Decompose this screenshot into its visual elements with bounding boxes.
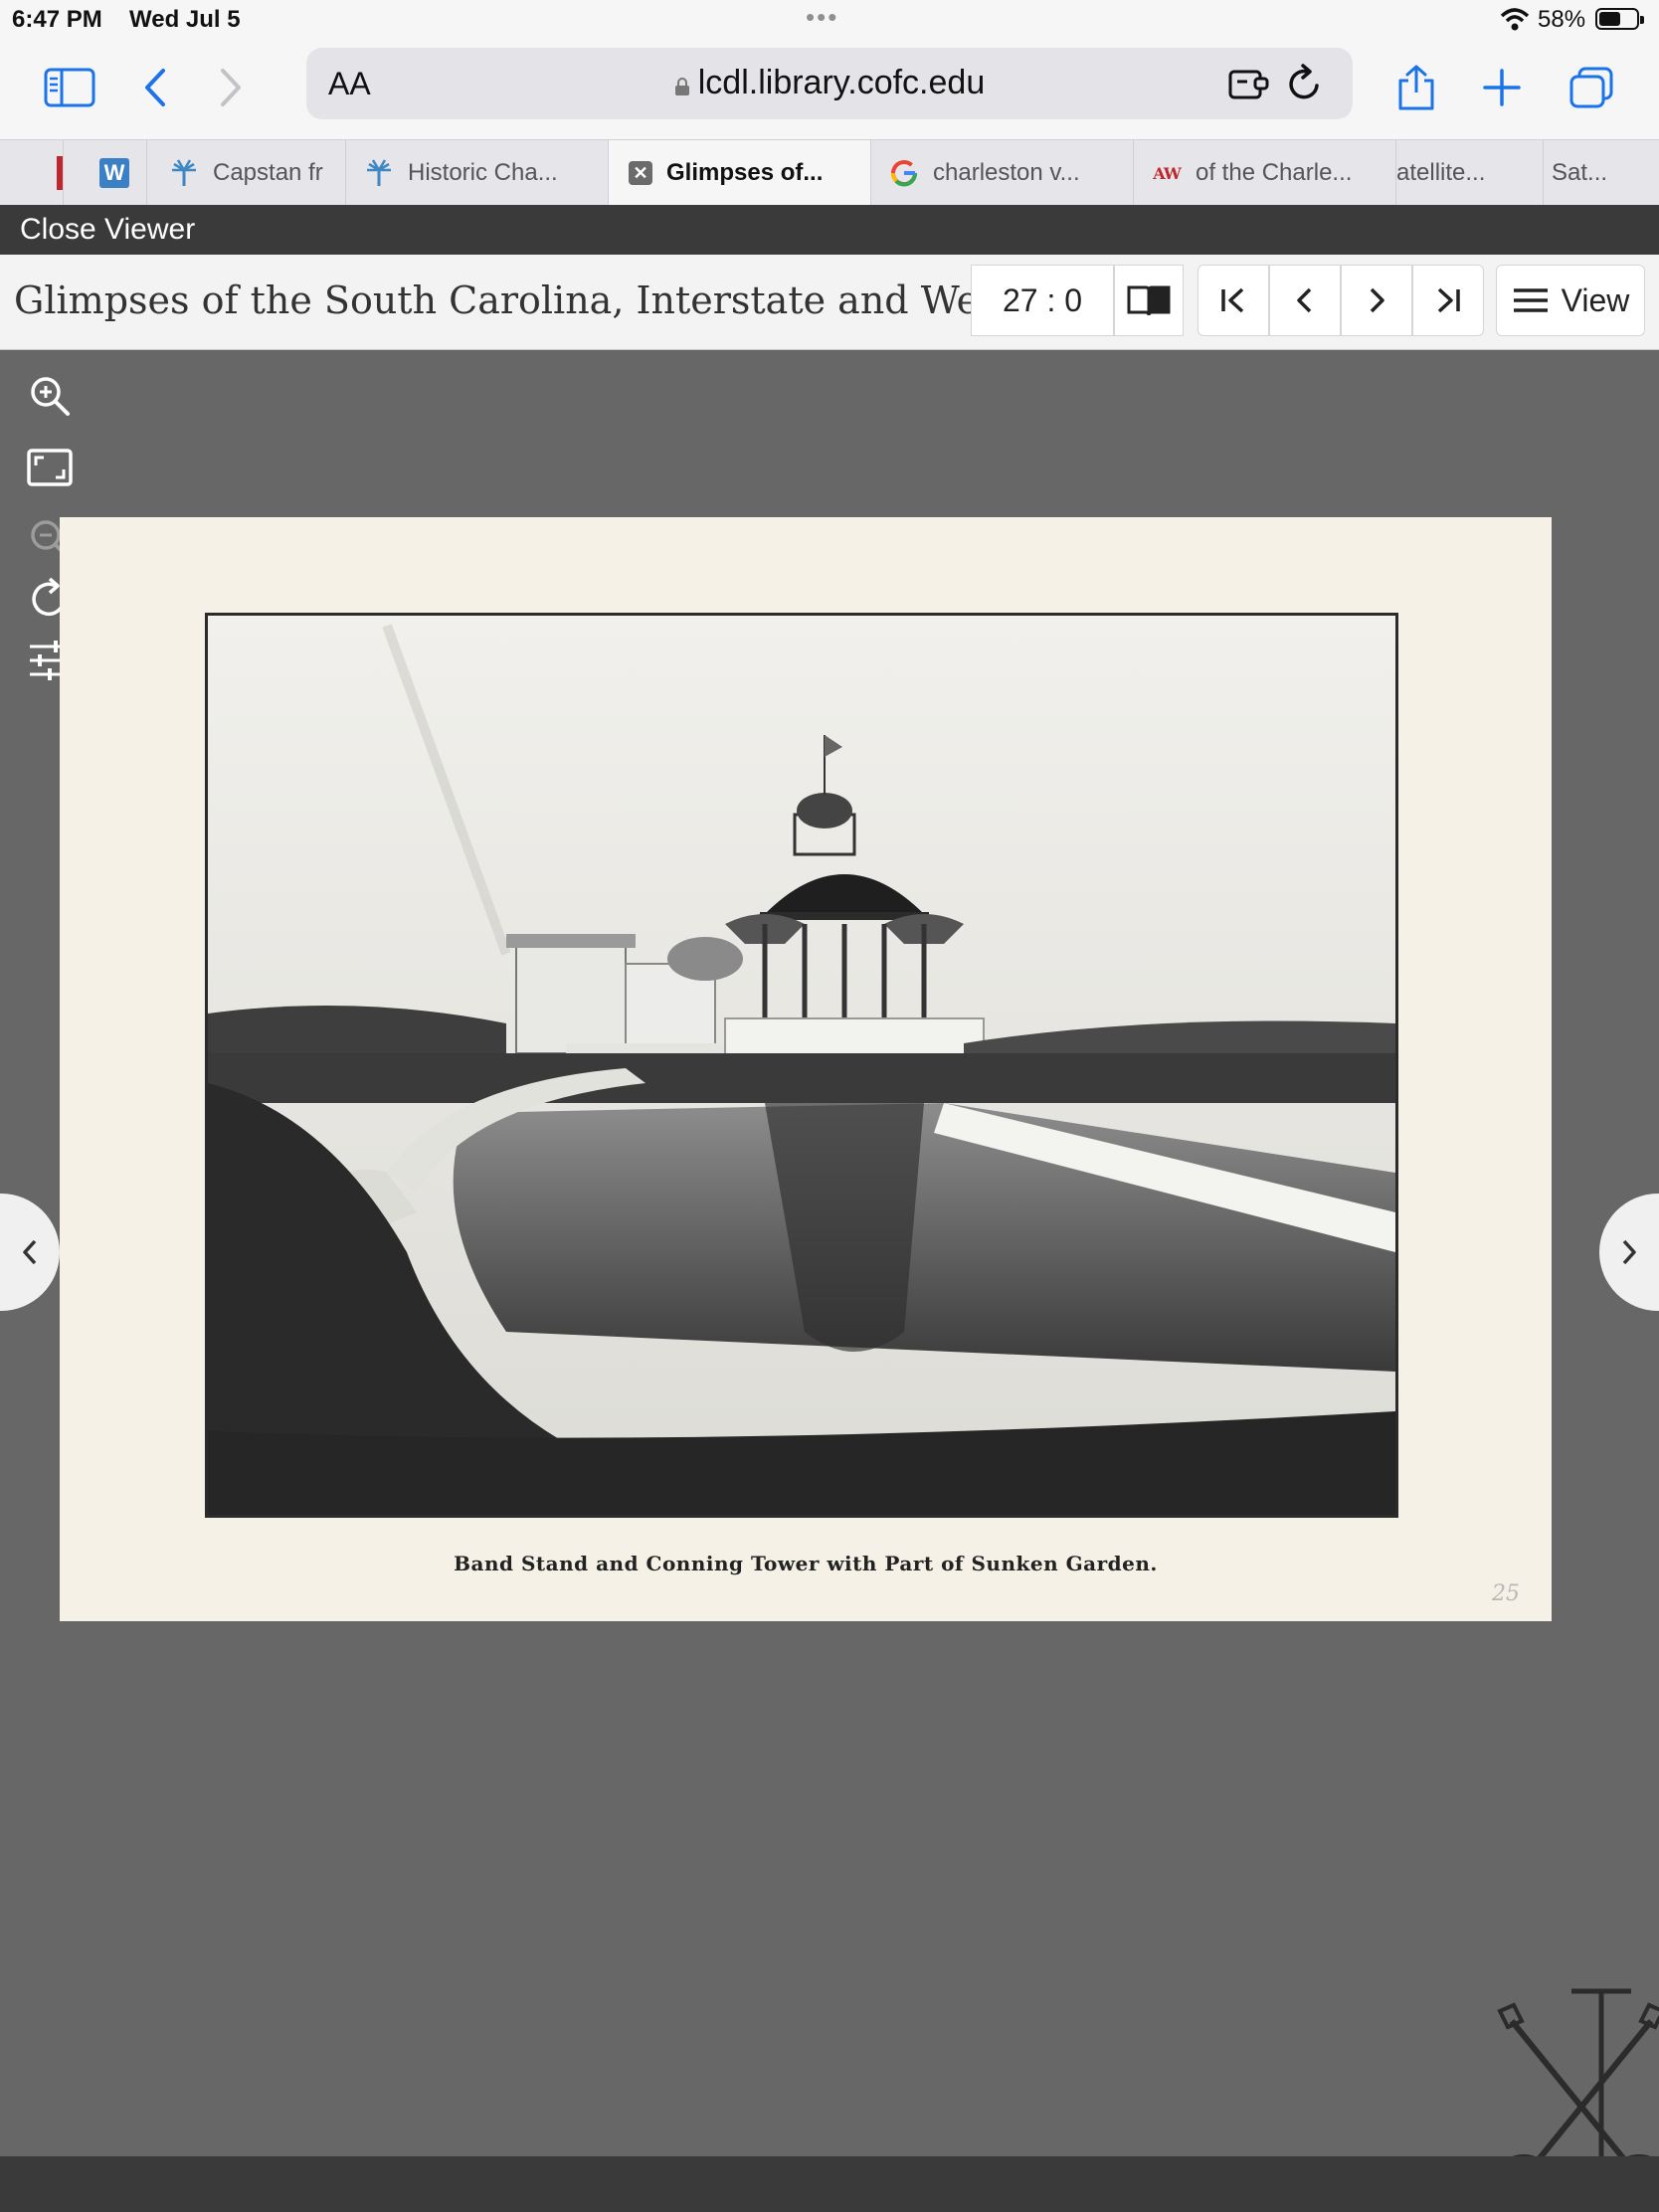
hamburger-icon: [1513, 288, 1548, 312]
tab-glimpses[interactable]: ✕ Glimpses of...: [609, 140, 871, 206]
photo-caption: Band Stand and Conning Tower with Part o…: [454, 1552, 1158, 1575]
next-page-button[interactable]: [1341, 265, 1412, 336]
share-button[interactable]: [1386, 58, 1446, 117]
browser-toolbar: AA lcdl.library.cofc.edu: [0, 40, 1659, 139]
tab-label: charleston v...: [933, 159, 1080, 186]
page-number: 25: [1492, 1581, 1520, 1606]
tab-label: of the Charle...: [1196, 159, 1353, 186]
tab-satellite-2[interactable]: Sat...: [1544, 140, 1659, 206]
new-tab-button[interactable]: [1472, 58, 1532, 117]
last-page-button[interactable]: [1412, 265, 1484, 336]
zoom-in-icon[interactable]: [26, 372, 74, 420]
chevron-right-icon: [1622, 1239, 1636, 1265]
tab-wordpress[interactable]: W: [64, 140, 147, 206]
reload-icon[interactable]: [1285, 62, 1325, 105]
chevron-right-icon: [1370, 287, 1384, 313]
chevron-left-icon: [1297, 287, 1312, 313]
photo-illustration: [208, 616, 1395, 1515]
previous-page-button[interactable]: [1269, 265, 1341, 336]
tab-charleston[interactable]: charleston v...: [871, 140, 1134, 206]
plus-icon: [1483, 69, 1521, 106]
wordpress-icon: W: [99, 158, 129, 188]
share-icon: [1398, 65, 1434, 110]
book-view-button[interactable]: [1114, 265, 1184, 336]
back-button[interactable]: [125, 58, 185, 117]
tab-of-the-charleston[interactable]: AW of the Charle...: [1134, 140, 1396, 206]
tab-satellite-1[interactable]: atellite...: [1396, 140, 1544, 206]
fit-to-screen-icon[interactable]: [26, 444, 74, 491]
document-title: Glimpses of the South Carolina, Intersta…: [14, 278, 1034, 322]
battery-icon: [1595, 8, 1644, 30]
tab-bookmark[interactable]: [16, 140, 64, 206]
status-bar: 6:47 PM Wed Jul 5 ••• 58%: [0, 0, 1659, 40]
close-viewer-button[interactable]: Close Viewer: [20, 213, 195, 247]
document-page[interactable]: Band Stand and Conning Tower with Part o…: [60, 517, 1552, 1621]
next-image-button[interactable]: [1599, 1194, 1659, 1311]
address-bar[interactable]: AA lcdl.library.cofc.edu: [306, 48, 1353, 119]
tab-overview-button[interactable]: [1562, 58, 1621, 117]
red-bookmark-icon: [56, 156, 63, 190]
tab-capstan[interactable]: Capstan fr: [147, 140, 346, 206]
palmetto-icon: [172, 159, 196, 186]
multitasking-dots-icon[interactable]: •••: [806, 2, 838, 33]
view-menu-button[interactable]: View: [1496, 265, 1645, 336]
palmetto-icon: [367, 159, 391, 186]
chevron-left-icon: [145, 69, 165, 106]
close-tab-icon[interactable]: ✕: [629, 161, 652, 185]
tab-label: Glimpses of...: [666, 159, 824, 186]
first-page-button[interactable]: [1198, 265, 1269, 336]
sidebar-icon: [44, 68, 95, 107]
lock-icon: [674, 78, 689, 95]
open-book-icon: [1127, 285, 1171, 316]
tab-strip: W Capstan fr Historic Cha... ✕ Glimpses …: [0, 139, 1659, 206]
first-page-icon: [1221, 287, 1244, 313]
tab-label: Historic Cha...: [408, 159, 558, 186]
url-text: lcdl.library.cofc.edu: [697, 64, 986, 101]
google-icon: [891, 160, 918, 187]
viewer-title-bar: Glimpses of the South Carolina, Intersta…: [0, 255, 1659, 350]
page-indicator[interactable]: 27 : 0: [971, 265, 1114, 336]
last-page-icon: [1437, 287, 1460, 313]
tab-historic[interactable]: Historic Cha...: [346, 140, 609, 206]
previous-image-button[interactable]: [0, 1194, 60, 1311]
image-stage[interactable]: Band Stand and Conning Tower with Part o…: [0, 350, 1659, 2186]
chevron-right-icon: [221, 69, 241, 106]
status-date: Wed Jul 5: [129, 6, 241, 33]
tabs-icon: [1569, 67, 1613, 108]
status-time: 6:47 PM: [12, 6, 102, 33]
sidebar-toggle-button[interactable]: [40, 58, 99, 117]
extension-icon[interactable]: [1227, 64, 1271, 103]
wifi-icon: [1500, 8, 1530, 31]
viewer-header: Close Viewer: [0, 205, 1659, 255]
aw-icon: AW: [1153, 163, 1182, 183]
tab-label: atellite...: [1396, 159, 1486, 186]
forward-button[interactable]: [201, 58, 261, 117]
view-label: View: [1561, 281, 1630, 318]
chevron-left-icon: [23, 1239, 37, 1265]
viewer-footer: [0, 2156, 1659, 2212]
tab-label: Capstan fr: [213, 159, 323, 186]
tab-label: Sat...: [1552, 159, 1608, 186]
band-stand-photograph: [205, 613, 1398, 1518]
battery-percent: 58%: [1538, 6, 1586, 33]
url-display[interactable]: lcdl.library.cofc.edu: [306, 64, 1353, 102]
